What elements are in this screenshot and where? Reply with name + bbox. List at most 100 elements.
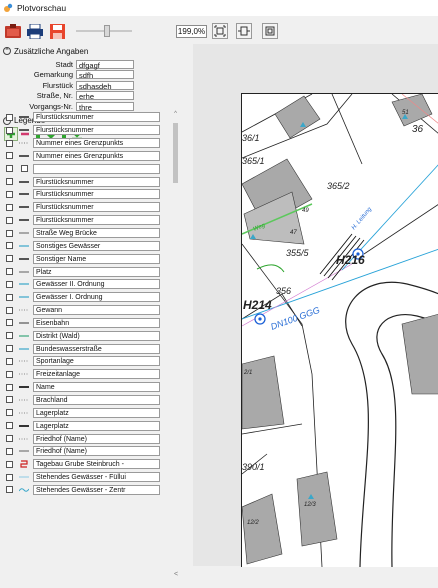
fit-width-button[interactable] [236,23,252,39]
legend-checkbox[interactable] [6,293,13,301]
legend-symbol-icon [17,203,31,212]
strasse-field[interactable]: erhe [76,91,134,101]
gemarkung-field[interactable]: sdfh [76,70,134,80]
legend-label-field[interactable]: Tagebau Grube Steinbruch - [33,459,160,470]
zoom-field[interactable]: 199,0% [176,25,207,38]
legend-checkbox[interactable] [6,216,13,224]
legend-checkbox[interactable] [6,409,13,417]
legend-label-field[interactable]: Friedhof (Name) [33,433,160,444]
legend-checkbox[interactable] [6,345,13,353]
legend-checkbox[interactable] [6,370,13,378]
legend-checkbox[interactable] [6,383,13,391]
legend-checkbox[interactable] [6,203,13,211]
legend-checkbox[interactable] [6,486,13,494]
legend-label-field[interactable]: Brachland [33,394,160,405]
legend-label-field[interactable]: Nummer eines Grenzpunkts [33,138,160,149]
save-button[interactable] [48,22,66,40]
fit-width-icon [238,26,250,36]
legend-label-field[interactable]: Flurstücksnummer [33,112,160,123]
legend-label-field[interactable]: Nummer eines Grenzpunkts [33,150,160,161]
map-label: 51 [402,110,409,116]
legend-label-field[interactable]: Sonstiges Gewässer [33,240,160,251]
legend-label-field[interactable]: Platz [33,266,160,277]
legend-scrollbar[interactable]: ^ [172,111,179,577]
legend-checkbox[interactable] [6,460,13,468]
legend-label-field[interactable]: Distrikt (Wald) [33,330,160,341]
legend-checkbox[interactable] [6,447,13,455]
scroll-left-icon[interactable]: < [174,571,178,578]
app-icon [4,3,13,12]
legend-checkbox[interactable] [6,190,13,198]
legend-checkbox[interactable] [6,113,13,121]
folder-icon [5,24,21,38]
legend-checkbox[interactable] [6,165,13,173]
legend-label-field[interactable]: Stehendes Gewässer - Zentr [33,484,160,495]
legend-label-field[interactable]: Bundeswasserstraße [33,343,160,354]
legend-checkbox[interactable] [6,178,13,186]
legend-label-field[interactable]: Freizeitanlage [33,369,160,380]
actual-size-button[interactable] [262,23,278,39]
map-label: 365/1 [242,156,265,166]
legend-checkbox[interactable] [6,319,13,327]
legend-label-field[interactable]: Flurstücksnummer [33,176,160,187]
legend-label-field[interactable]: Flurstücksnummer [33,215,160,226]
legend-checkbox[interactable] [6,242,13,250]
legend-row: Flurstücksnummer [0,124,172,137]
flurstueck-field[interactable]: sdhasdeh [76,80,134,91]
stadt-field[interactable]: dfgagf [76,59,134,70]
legend-checkbox[interactable] [6,357,13,365]
legend-label-field[interactable]: Straße Weg Brücke [33,228,160,239]
legend-row: Distrikt (Wald) [0,329,172,342]
legend-label-field[interactable]: Sportanlage [33,356,160,367]
legend-checkbox[interactable] [6,396,13,404]
fit-page-button[interactable] [212,23,228,39]
legend-label-field[interactable]: Flurstücksnummer [33,202,160,213]
legend-label-field[interactable]: Sonstiger Name [33,253,160,264]
zoom-slider[interactable] [76,24,132,38]
legend-label-field[interactable]: Gewässer II. Ordnung [33,279,160,290]
legend-checkbox[interactable] [6,255,13,263]
legend-label-field[interactable]: Gewässer I. Ordnung [33,292,160,303]
open-folder-button[interactable] [4,22,22,40]
legend-checkbox[interactable] [6,139,13,147]
scroll-up-icon[interactable]: ^ [172,111,179,117]
legend-label-field[interactable]: Flurstücksnummer [33,125,160,136]
legend-label-field[interactable]: Stehendes Gewässer - Füllui [33,472,160,483]
legend-symbol-icon [17,190,31,199]
legend-checkbox[interactable] [6,280,13,288]
legend-label-field[interactable]: Flurstücksnummer [33,189,160,200]
collapse-icon[interactable]: ^ [3,47,11,55]
legend-label-field[interactable]: Lagerplatz [33,407,160,418]
legend-label-field[interactable] [33,163,160,174]
map-label: 390/1 [242,462,265,472]
legend-row: Sportanlage [0,355,172,368]
legend-label-field[interactable]: Eisenbahn [33,317,160,328]
legend-label-field[interactable]: Name [33,382,160,393]
map-label: 2/1 [243,370,252,376]
horizontal-scrollbar[interactable]: < [172,566,438,588]
legend-row: Bundeswasserstraße [0,342,172,355]
legend-checkbox[interactable] [6,435,13,443]
legend-row: Straße Weg Brücke [0,227,172,240]
legend-symbol-icon [17,293,31,302]
legend-symbol-icon [17,460,31,469]
field-label: Stadt [55,59,73,69]
zusatz-header[interactable]: ^ Zusätzliche Angaben [3,45,179,57]
legend-checkbox[interactable] [6,268,13,276]
legend-checkbox[interactable] [6,473,13,481]
legend-symbol-icon [17,408,31,417]
legend-label-field[interactable]: Lagerplatz [33,420,160,431]
legend-checkbox[interactable] [6,152,13,160]
slider-thumb[interactable] [103,25,110,37]
legend-checkbox[interactable] [6,332,13,340]
legend-checkbox[interactable] [6,422,13,430]
legend-label-field[interactable]: Friedhof (Name) [33,446,160,457]
legend-label-field[interactable]: Gewann [33,305,160,316]
vorgangs-nr-field[interactable]: thre [76,101,134,112]
legend-checkbox[interactable] [6,229,13,237]
scroll-thumb[interactable] [173,123,178,183]
print-button[interactable] [26,22,44,40]
legend-symbol-icon [17,344,31,353]
legend-checkbox[interactable] [6,126,13,134]
legend-checkbox[interactable] [6,306,13,314]
